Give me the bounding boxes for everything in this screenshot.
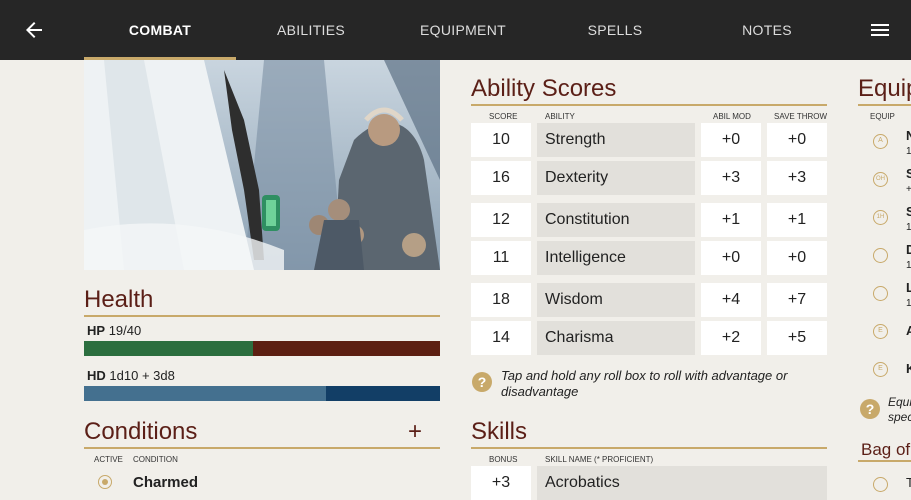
col-ability-header: ABILITY	[545, 112, 575, 121]
equip-item-name[interactable]: N	[906, 128, 911, 143]
hd-readout[interactable]: HD 1d10 + 3d8	[87, 368, 175, 383]
score-cell[interactable]: 14	[471, 321, 531, 355]
col-skill-name-header: SKILL NAME (* PROFICIENT)	[545, 455, 654, 464]
col-mod-header: ABIL MOD	[713, 112, 751, 121]
equip-hint-line2: spec	[888, 410, 911, 424]
ability-name[interactable]: Intelligence	[537, 241, 695, 275]
equip-slot-radio[interactable]	[873, 286, 888, 301]
equip-slot-badge[interactable]: A	[873, 134, 888, 149]
tab-spells[interactable]: SPELLS	[539, 0, 691, 60]
bag-item-radio[interactable]	[873, 477, 888, 492]
bag-title: Bag of	[858, 440, 911, 462]
top-app-bar: COMBAT ABILITIES EQUIPMENT SPELLS NOTES	[0, 0, 911, 60]
radio-dot	[101, 478, 108, 485]
col-bonus-header: BONUS	[489, 455, 518, 464]
equip-item-detail: 1	[906, 260, 911, 271]
roll-hint-text: Tap and hold any roll box to roll with a…	[501, 368, 788, 399]
hamburger-menu-icon[interactable]	[868, 18, 892, 42]
health-title: Health	[84, 286, 440, 317]
tab-notes[interactable]: NOTES	[691, 0, 843, 60]
equip-slot-badge[interactable]: 1H	[873, 210, 888, 225]
equip-slot-badge[interactable]: OH	[873, 172, 888, 187]
add-condition-button[interactable]: +	[408, 418, 422, 446]
col-condition-header: CONDITION	[133, 455, 178, 464]
equip-item-detail: 1	[906, 298, 911, 309]
equip-slot-radio[interactable]	[873, 248, 888, 263]
save-cell[interactable]: +0	[767, 241, 827, 275]
equip-item-name[interactable]: S	[906, 204, 911, 219]
equip-item-name[interactable]: S	[906, 166, 911, 181]
hd-label: HD	[87, 368, 106, 383]
hp-readout[interactable]: HP 19/40	[87, 323, 141, 338]
equip-item-name[interactable]: K	[906, 361, 911, 376]
equip-hint-line1: Equi	[888, 395, 911, 409]
hd-value: 1d10 + 3d8	[109, 368, 175, 383]
help-icon[interactable]: ?	[860, 399, 880, 419]
character-portrait	[84, 60, 440, 270]
col-active-header: ACTIVE	[94, 455, 123, 464]
bag-item-name[interactable]: T	[906, 475, 911, 490]
equipment-title: Equip	[858, 75, 911, 106]
mod-cell[interactable]: +1	[701, 203, 761, 237]
save-cell[interactable]: +1	[767, 203, 827, 237]
equip-item-detail: +	[906, 184, 911, 195]
equip-item-detail: 1	[906, 222, 911, 233]
help-icon[interactable]: ?	[472, 372, 492, 392]
hp-value: 19/40	[108, 323, 142, 338]
hp-label: HP	[87, 323, 106, 338]
mod-cell[interactable]: +3	[701, 161, 761, 195]
tab-equipment[interactable]: EQUIPMENT	[387, 0, 539, 60]
score-cell[interactable]: 11	[471, 241, 531, 275]
score-cell[interactable]: 18	[471, 283, 531, 317]
equip-hint-text: Equi spec	[888, 395, 911, 425]
skill-bonus-cell[interactable]: +3	[471, 466, 531, 500]
col-equip-header: EQUIP	[870, 112, 895, 121]
condition-active-radio[interactable]	[98, 475, 112, 489]
condition-name[interactable]: Charmed	[133, 474, 198, 491]
equip-slot-badge[interactable]: E	[873, 362, 888, 377]
mod-cell[interactable]: +0	[701, 123, 761, 157]
equip-item-name[interactable]: A	[906, 323, 911, 338]
save-cell[interactable]: +5	[767, 321, 827, 355]
equip-item-name[interactable]: D	[906, 242, 911, 257]
ability-name[interactable]: Charisma	[537, 321, 695, 355]
score-cell[interactable]: 16	[471, 161, 531, 195]
mod-cell[interactable]: +2	[701, 321, 761, 355]
skill-name[interactable]: Acrobatics	[537, 466, 827, 500]
ability-name[interactable]: Dexterity	[537, 161, 695, 195]
hp-bar-fill	[84, 341, 254, 356]
save-cell[interactable]: +3	[767, 161, 827, 195]
equip-item-name[interactable]: L	[906, 280, 911, 295]
mod-cell[interactable]: +4	[701, 283, 761, 317]
skills-title: Skills	[471, 418, 827, 449]
ability-name[interactable]: Constitution	[537, 203, 695, 237]
equip-slot-badge[interactable]: E	[873, 324, 888, 339]
equip-item-detail: 1	[906, 146, 911, 157]
col-score-header: SCORE	[489, 112, 518, 121]
arrow-left-icon[interactable]	[22, 18, 46, 42]
mod-cell[interactable]: +0	[701, 241, 761, 275]
conditions-title: Conditions	[84, 418, 440, 449]
ability-name[interactable]: Wisdom	[537, 283, 695, 317]
tab-abilities[interactable]: ABILITIES	[235, 0, 387, 60]
ability-scores-title: Ability Scores	[471, 75, 827, 106]
score-cell[interactable]: 12	[471, 203, 531, 237]
save-cell[interactable]: +7	[767, 283, 827, 317]
tab-combat[interactable]: COMBAT	[84, 0, 236, 60]
score-cell[interactable]: 10	[471, 123, 531, 157]
col-save-header: SAVE THROW	[774, 112, 828, 121]
save-cell[interactable]: +0	[767, 123, 827, 157]
hd-bar-fill	[84, 386, 327, 401]
ability-name[interactable]: Strength	[537, 123, 695, 157]
